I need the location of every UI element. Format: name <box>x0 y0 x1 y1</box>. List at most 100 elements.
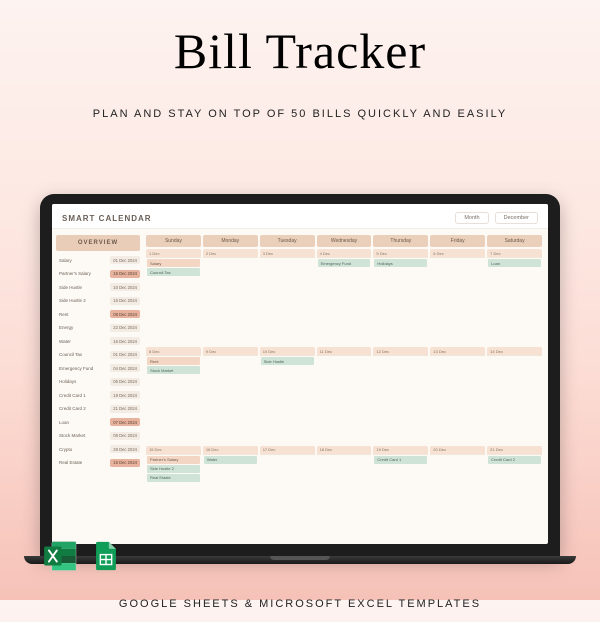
calendar-event[interactable]: Holidays <box>374 259 427 267</box>
laptop-bezel: SMART CALENDAR Month December OVERVIEW S… <box>40 194 560 556</box>
calendar-cell[interactable]: 17 Dec <box>260 446 315 541</box>
calendar-event[interactable]: Real Estate <box>147 474 200 482</box>
calendar-cell[interactable]: 9 Dec <box>203 347 258 442</box>
calendar-event[interactable]: Loan <box>488 259 541 267</box>
calendar-week: 15 DecPartner's SalarySide Hustle 2Real … <box>146 446 542 541</box>
day-of-week: Monday <box>203 235 258 247</box>
overview-row[interactable]: Loan07 Dec 2024 <box>56 416 140 428</box>
calendar-cell[interactable]: 1 DecSalaryCouncil Tax <box>146 249 201 344</box>
app-icons <box>40 536 126 576</box>
day-number: 7 Dec <box>487 249 542 258</box>
overview-label: Crypto <box>56 447 110 452</box>
day-of-week: Friday <box>430 235 485 247</box>
overview-date: 07 Dec 2024 <box>110 418 140 426</box>
calendar-cell[interactable]: 7 DecLoan <box>487 249 542 344</box>
day-of-week: Thursday <box>373 235 428 247</box>
month-selector[interactable]: December <box>495 212 538 224</box>
overview-label: Rent <box>56 312 110 317</box>
overview-date: 22 Dec 2024 <box>110 324 140 332</box>
overview-date: 08 Dec 2024 <box>110 310 140 318</box>
overview-row[interactable]: Rent08 Dec 2024 <box>56 308 140 320</box>
overview-row[interactable]: Council Tax01 Dec 2024 <box>56 349 140 361</box>
overview-row[interactable]: Side Hustle 215 Dec 2024 <box>56 295 140 307</box>
day-of-week: Saturday <box>487 235 542 247</box>
day-number: 4 Dec <box>317 249 372 258</box>
excel-icon <box>40 536 80 576</box>
overview-heading: OVERVIEW <box>56 235 140 251</box>
overview-row[interactable]: Stock Market08 Dec 2024 <box>56 430 140 442</box>
calendar-cell[interactable]: 16 DecWater <box>203 446 258 541</box>
calendar-cell[interactable]: 13 Dec <box>430 347 485 442</box>
overview-row[interactable]: Salary01 Dec 2024 <box>56 254 140 266</box>
calendar-cell[interactable]: 20 Dec <box>430 446 485 541</box>
day-of-week: Sunday <box>146 235 201 247</box>
overview-row[interactable]: Partner's Salary15 Dec 2024 <box>56 268 140 280</box>
day-number: 5 Dec <box>373 249 428 258</box>
overview-row[interactable]: Real Estate15 Dec 2024 <box>56 457 140 469</box>
page-subtitle: PLAN AND STAY ON TOP OF 50 BILLS QUICKLY… <box>0 108 600 120</box>
calendar-cell[interactable]: 14 Dec <box>487 347 542 442</box>
overview-row[interactable]: Credit Card 119 Dec 2024 <box>56 389 140 401</box>
overview-row[interactable]: Water16 Dec 2024 <box>56 335 140 347</box>
calendar-cell[interactable]: 15 DecPartner's SalarySide Hustle 2Real … <box>146 446 201 541</box>
calendar-event[interactable]: Emergency Fund <box>318 259 371 267</box>
calendar-event[interactable]: Council Tax <box>147 268 200 276</box>
calendar-event[interactable]: Rent <box>147 357 200 365</box>
overview-date: 05 Dec 2024 <box>110 378 140 386</box>
overview-date: 08 Dec 2024 <box>110 432 140 440</box>
calendar-cell[interactable]: 12 Dec <box>373 347 428 442</box>
overview-label: Real Estate <box>56 460 110 465</box>
day-number: 2 Dec <box>203 249 258 258</box>
calendar-cell[interactable]: 5 DecHolidays <box>373 249 428 344</box>
day-number: 18 Dec <box>317 446 372 455</box>
calendar-cell[interactable]: 8 DecRentStock Market <box>146 347 201 442</box>
overview-label: Emergency Fund <box>56 366 110 371</box>
view-selector[interactable]: Month <box>455 212 488 224</box>
calendar-event[interactable]: Side Hustle 2 <box>147 465 200 473</box>
overview-label: Water <box>56 339 110 344</box>
calendar-event[interactable]: Water <box>204 456 257 464</box>
day-number: 14 Dec <box>487 347 542 356</box>
day-number: 9 Dec <box>203 347 258 356</box>
calendar-cell[interactable]: 11 Dec <box>317 347 372 442</box>
calendar-event[interactable]: Credit Card 1 <box>374 456 427 464</box>
screen-header: SMART CALENDAR Month December <box>52 204 548 229</box>
calendar-cell[interactable]: 10 DecSide Hustle <box>260 347 315 442</box>
overview-date: 10 Dec 2024 <box>110 283 140 291</box>
calendar-week: 1 DecSalaryCouncil Tax2 Dec3 Dec4 DecEme… <box>146 249 542 344</box>
calendar-week: 8 DecRentStock Market9 Dec10 DecSide Hus… <box>146 347 542 442</box>
overview-date: 15 Dec 2024 <box>110 297 140 305</box>
calendar-event[interactable]: Stock Market <box>147 366 200 374</box>
calendar-event[interactable]: Credit Card 2 <box>488 456 541 464</box>
calendar-cell[interactable]: 4 DecEmergency Fund <box>317 249 372 344</box>
overview-row[interactable]: Credit Card 221 Dec 2024 <box>56 403 140 415</box>
overview-row[interactable]: Crypto28 Dec 2024 <box>56 443 140 455</box>
overview-label: Loan <box>56 420 110 425</box>
calendar-cell[interactable]: 18 Dec <box>317 446 372 541</box>
calendar-panel: SundayMondayTuesdayWednesdayThursdayFrid… <box>144 229 548 544</box>
calendar-cell[interactable]: 19 DecCredit Card 1 <box>373 446 428 541</box>
calendar-event[interactable]: Salary <box>147 259 200 267</box>
overview-label: Salary <box>56 258 110 263</box>
overview-row[interactable]: Holidays05 Dec 2024 <box>56 376 140 388</box>
overview-date: 28 Dec 2024 <box>110 445 140 453</box>
overview-row[interactable]: Energy22 Dec 2024 <box>56 322 140 334</box>
overview-label: Credit Card 2 <box>56 406 110 411</box>
overview-date: 19 Dec 2024 <box>110 391 140 399</box>
day-number: 8 Dec <box>146 347 201 356</box>
page-title: Bill Tracker <box>0 22 600 80</box>
overview-label: Stock Market <box>56 433 110 438</box>
overview-date: 04 Dec 2024 <box>110 364 140 372</box>
calendar-cell[interactable]: 6 Dec <box>430 249 485 344</box>
overview-label: Energy <box>56 325 110 330</box>
day-number: 16 Dec <box>203 446 258 455</box>
calendar-cell[interactable]: 21 DecCredit Card 2 <box>487 446 542 541</box>
overview-row[interactable]: Emergency Fund04 Dec 2024 <box>56 362 140 374</box>
sheets-icon <box>86 536 126 576</box>
calendar-event[interactable]: Partner's Salary <box>147 456 200 464</box>
overview-row[interactable]: Side Hustle10 Dec 2024 <box>56 281 140 293</box>
calendar-cell[interactable]: 2 Dec <box>203 249 258 344</box>
calendar-cell[interactable]: 3 Dec <box>260 249 315 344</box>
overview-label: Side Hustle 2 <box>56 298 110 303</box>
calendar-event[interactable]: Side Hustle <box>261 357 314 365</box>
